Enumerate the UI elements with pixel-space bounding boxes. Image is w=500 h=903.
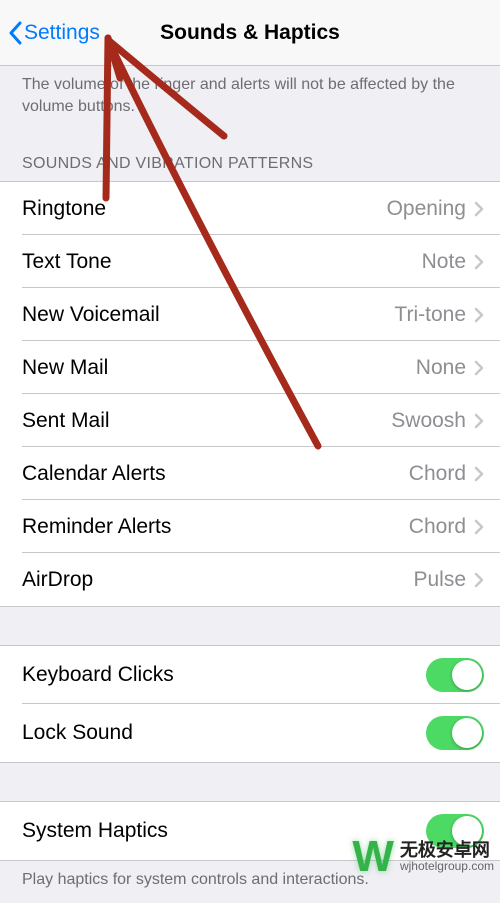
row-label: Reminder Alerts [22, 515, 409, 539]
row-label: Lock Sound [22, 721, 426, 745]
row-label: System Haptics [22, 819, 426, 843]
row-label: Calendar Alerts [22, 462, 409, 486]
chevron-left-icon [8, 21, 22, 45]
chevron-right-icon [474, 413, 484, 429]
row-value: None [416, 356, 466, 380]
switch-lock-sound[interactable] [426, 716, 484, 750]
row-sent-mail[interactable]: Sent Mail Swoosh [0, 394, 500, 447]
chevron-right-icon [474, 254, 484, 270]
row-reminder-alerts[interactable]: Reminder Alerts Chord [0, 500, 500, 553]
section-header-sounds: SOUNDS AND VIBRATION PATTERNS [0, 129, 500, 181]
chevron-right-icon [474, 572, 484, 588]
row-label: New Mail [22, 356, 416, 380]
back-label: Settings [24, 21, 100, 45]
nav-bar: Settings Sounds & Haptics [0, 0, 500, 66]
row-calendar-alerts[interactable]: Calendar Alerts Chord [0, 447, 500, 500]
row-new-mail[interactable]: New Mail None [0, 341, 500, 394]
row-airdrop[interactable]: AirDrop Pulse [0, 553, 500, 606]
row-value: Swoosh [391, 409, 466, 433]
chevron-right-icon [474, 519, 484, 535]
row-keyboard-clicks[interactable]: Keyboard Clicks [0, 646, 500, 704]
row-value: Note [422, 250, 466, 274]
row-label: AirDrop [22, 568, 413, 592]
row-new-voicemail[interactable]: New Voicemail Tri-tone [0, 288, 500, 341]
row-label: Sent Mail [22, 409, 391, 433]
chevron-right-icon [474, 466, 484, 482]
row-lock-sound[interactable]: Lock Sound [0, 704, 500, 762]
row-value: Chord [409, 462, 466, 486]
row-label: New Voicemail [22, 303, 394, 327]
row-label: Ringtone [22, 197, 387, 221]
row-value: Opening [387, 197, 466, 221]
row-text-tone[interactable]: Text Tone Note [0, 235, 500, 288]
helper-text-top: The volume of the ringer and alerts will… [0, 66, 500, 129]
switch-keyboard-clicks[interactable] [426, 658, 484, 692]
row-label: Text Tone [22, 250, 422, 274]
chevron-right-icon [474, 201, 484, 217]
row-value: Tri-tone [394, 303, 466, 327]
chevron-right-icon [474, 360, 484, 376]
row-ringtone[interactable]: Ringtone Opening [0, 182, 500, 235]
sounds-group: Ringtone Opening Text Tone Note New Voic… [0, 181, 500, 607]
chevron-right-icon [474, 307, 484, 323]
switch-system-haptics[interactable] [426, 814, 484, 848]
helper-text-bottom: Play haptics for system controls and int… [0, 861, 500, 903]
row-value: Chord [409, 515, 466, 539]
toggles-group-2: System Haptics [0, 801, 500, 861]
row-label: Keyboard Clicks [22, 663, 426, 687]
back-button[interactable]: Settings [0, 21, 100, 45]
row-value: Pulse [413, 568, 466, 592]
row-system-haptics[interactable]: System Haptics [0, 802, 500, 860]
toggles-group-1: Keyboard Clicks Lock Sound [0, 645, 500, 763]
